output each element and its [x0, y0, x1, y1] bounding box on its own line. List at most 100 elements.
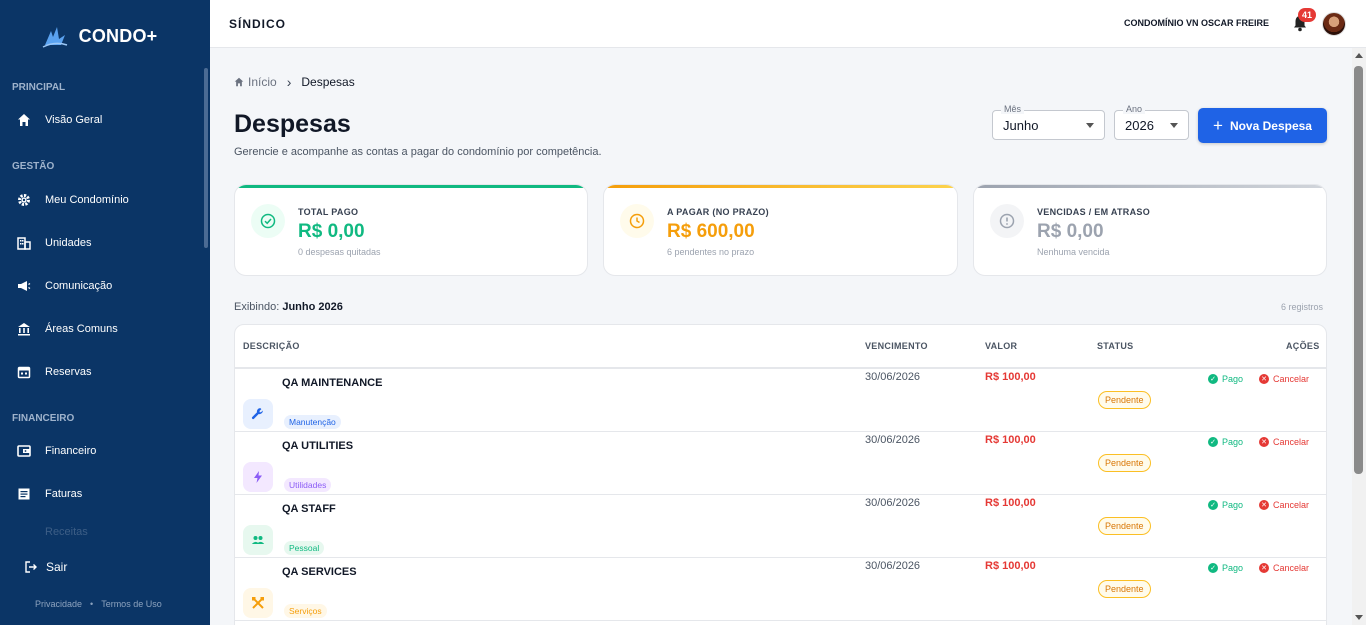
mark-paid-button[interactable]: ✓ Pago	[1208, 563, 1243, 573]
cancel-button[interactable]: ✕ Cancelar	[1259, 437, 1309, 447]
mark-paid-button[interactable]: ✓ Pago	[1208, 374, 1243, 384]
section-financeiro: FINANCEIRO	[12, 413, 75, 424]
sidebar-item-label: Reservas	[45, 366, 92, 378]
caret-down-icon	[1170, 123, 1178, 128]
table-header: DESCRIÇÃO VENCIMENTO VALOR STATUS AÇÕES	[235, 325, 1326, 369]
caret-down-icon	[1086, 123, 1094, 128]
year-select-label: Ano	[1123, 104, 1146, 114]
page-subtitle: Gerencie e acompanhe as contas a pagar d…	[234, 146, 602, 158]
calendar-icon	[16, 364, 32, 380]
page-scrollbar[interactable]	[1352, 48, 1366, 625]
expense-name: QA STAFF	[282, 503, 336, 515]
cancel-label: Cancelar	[1273, 437, 1310, 447]
scrollbar-thumb[interactable]	[1354, 66, 1363, 474]
mark-paid-label: Pago	[1222, 563, 1244, 573]
sidebar-item-reservas[interactable]: Reservas	[0, 357, 204, 387]
breadcrumb-home[interactable]: Início	[248, 75, 277, 89]
col-status: STATUS	[1097, 341, 1134, 351]
listing-period: Exibindo: Junho 2026	[234, 301, 343, 313]
close-icon: ✕	[1259, 437, 1269, 447]
sidebar-item-areas-comuns[interactable]: Áreas Comuns	[0, 314, 204, 344]
close-icon: ✕	[1259, 500, 1269, 510]
home-icon	[234, 77, 244, 87]
expense-name: QA UTILITIES	[282, 440, 354, 452]
year-select[interactable]: Ano 2026	[1114, 104, 1189, 140]
condo-selector[interactable]: CONDOMÍNIO VN OSCAR FREIRE	[1124, 18, 1269, 28]
terms-link[interactable]: Termos de Uso	[101, 599, 162, 609]
cancel-button[interactable]: ✕ Cancelar	[1259, 374, 1309, 384]
cancel-label: Cancelar	[1273, 500, 1310, 510]
mark-paid-button[interactable]: ✓ Pago	[1208, 500, 1243, 510]
notification-badge: 41	[1298, 8, 1316, 22]
close-icon: ✕	[1259, 374, 1269, 384]
mark-paid-label: Pago	[1222, 374, 1244, 384]
scroll-up-icon[interactable]	[1355, 53, 1363, 58]
expense-value: R$ 100,00	[985, 434, 1036, 446]
sidebar-item-label: Meu Condomínio	[45, 194, 129, 206]
expenses-table: DESCRIÇÃO VENCIMENTO VALOR STATUS AÇÕES …	[234, 324, 1327, 625]
card-note: Nenhuma vencida	[1037, 247, 1110, 257]
card-vencidas: VENCIDAS / EM ATRASO R$ 0,00 Nenhuma ven…	[973, 184, 1327, 276]
due-date: 30/06/2026	[865, 560, 921, 572]
chevron-right-icon: ›	[286, 74, 292, 90]
avatar[interactable]	[1322, 12, 1346, 36]
mark-paid-button[interactable]: ✓ Pago	[1208, 437, 1243, 447]
sidebar-item-label: Áreas Comuns	[45, 323, 118, 335]
home-icon	[16, 112, 32, 128]
sidebar-item-visao-geral[interactable]: Visão Geral	[0, 105, 204, 135]
expense-value: R$ 100,00	[985, 497, 1036, 509]
mark-paid-label: Pago	[1222, 500, 1244, 510]
status-badge: Pendente	[1098, 517, 1151, 535]
cancel-button[interactable]: ✕ Cancelar	[1259, 500, 1309, 510]
wrench-icon	[243, 399, 273, 429]
page-title: Despesas	[234, 110, 351, 138]
sidebar-item-comunicacao[interactable]: Comunicação	[0, 271, 204, 301]
category-tag: Serviços	[284, 604, 327, 618]
sidebar: CONDO+ PRINCIPAL Visão Geral GESTÃO Meu …	[0, 0, 210, 625]
check-circle-icon	[251, 204, 285, 238]
sidebar-scrollbar[interactable]	[204, 68, 208, 248]
logout-icon	[25, 561, 37, 573]
receipt-icon	[16, 524, 32, 540]
scroll-down-icon[interactable]	[1355, 615, 1363, 620]
card-note: 0 despesas quitadas	[298, 247, 381, 257]
topbar: SÍNDICO CONDOMÍNIO VN OSCAR FREIRE 41	[210, 0, 1366, 48]
month-select[interactable]: Mês Junho	[992, 104, 1105, 140]
card-label: A PAGAR (NO PRAZO)	[667, 207, 769, 217]
due-date: 30/06/2026	[865, 434, 921, 446]
expense-name: QA SERVICES	[282, 566, 357, 578]
check-icon: ✓	[1208, 500, 1218, 510]
section-principal: PRINCIPAL	[12, 82, 66, 93]
sidebar-item-receitas[interactable]: Receitas	[0, 522, 204, 542]
breadcrumb-current: Despesas	[301, 75, 355, 89]
cancel-button[interactable]: ✕ Cancelar	[1259, 563, 1309, 573]
bank-icon	[16, 321, 32, 337]
sidebar-item-label: Financeiro	[45, 445, 97, 457]
table-row: QA UTILITIES Utilidades 30/06/2026 R$ 10…	[235, 432, 1326, 495]
section-gestao: GESTÃO	[12, 161, 55, 172]
card-value: R$ 0,00	[1037, 221, 1104, 242]
category-tag: Utilidades	[284, 478, 332, 492]
month-select-label: Mês	[1001, 104, 1025, 114]
sidebar-item-unidades[interactable]: Unidades	[0, 228, 204, 258]
new-expense-button[interactable]: + Nova Despesa	[1198, 108, 1327, 143]
alert-circle-icon	[990, 204, 1024, 238]
clock-icon	[620, 204, 654, 238]
brand[interactable]: CONDO+	[0, 0, 210, 72]
sidebar-item-financeiro[interactable]: Financeiro	[0, 436, 204, 466]
table-row: QA SERVICES Serviços 30/06/2026 R$ 100,0…	[235, 558, 1326, 621]
card-a-pagar: A PAGAR (NO PRAZO) R$ 600,00 6 pendentes…	[603, 184, 958, 276]
gear-icon	[16, 192, 32, 208]
listing-prefix: Exibindo:	[234, 301, 280, 313]
card-value: R$ 600,00	[667, 221, 755, 242]
privacy-link[interactable]: Privacidade	[35, 599, 82, 609]
mark-paid-label: Pago	[1222, 437, 1244, 447]
due-date: 30/06/2026	[865, 497, 921, 509]
sidebar-item-label: Receitas	[45, 526, 88, 538]
logout-button[interactable]: Sair	[24, 560, 67, 574]
sidebar-item-faturas[interactable]: Faturas	[0, 479, 204, 509]
plus-icon: +	[1213, 116, 1223, 135]
tools-icon	[243, 588, 273, 618]
sidebar-item-meu-condominio[interactable]: Meu Condomínio	[0, 185, 204, 215]
expense-value: R$ 100,00	[985, 371, 1036, 383]
